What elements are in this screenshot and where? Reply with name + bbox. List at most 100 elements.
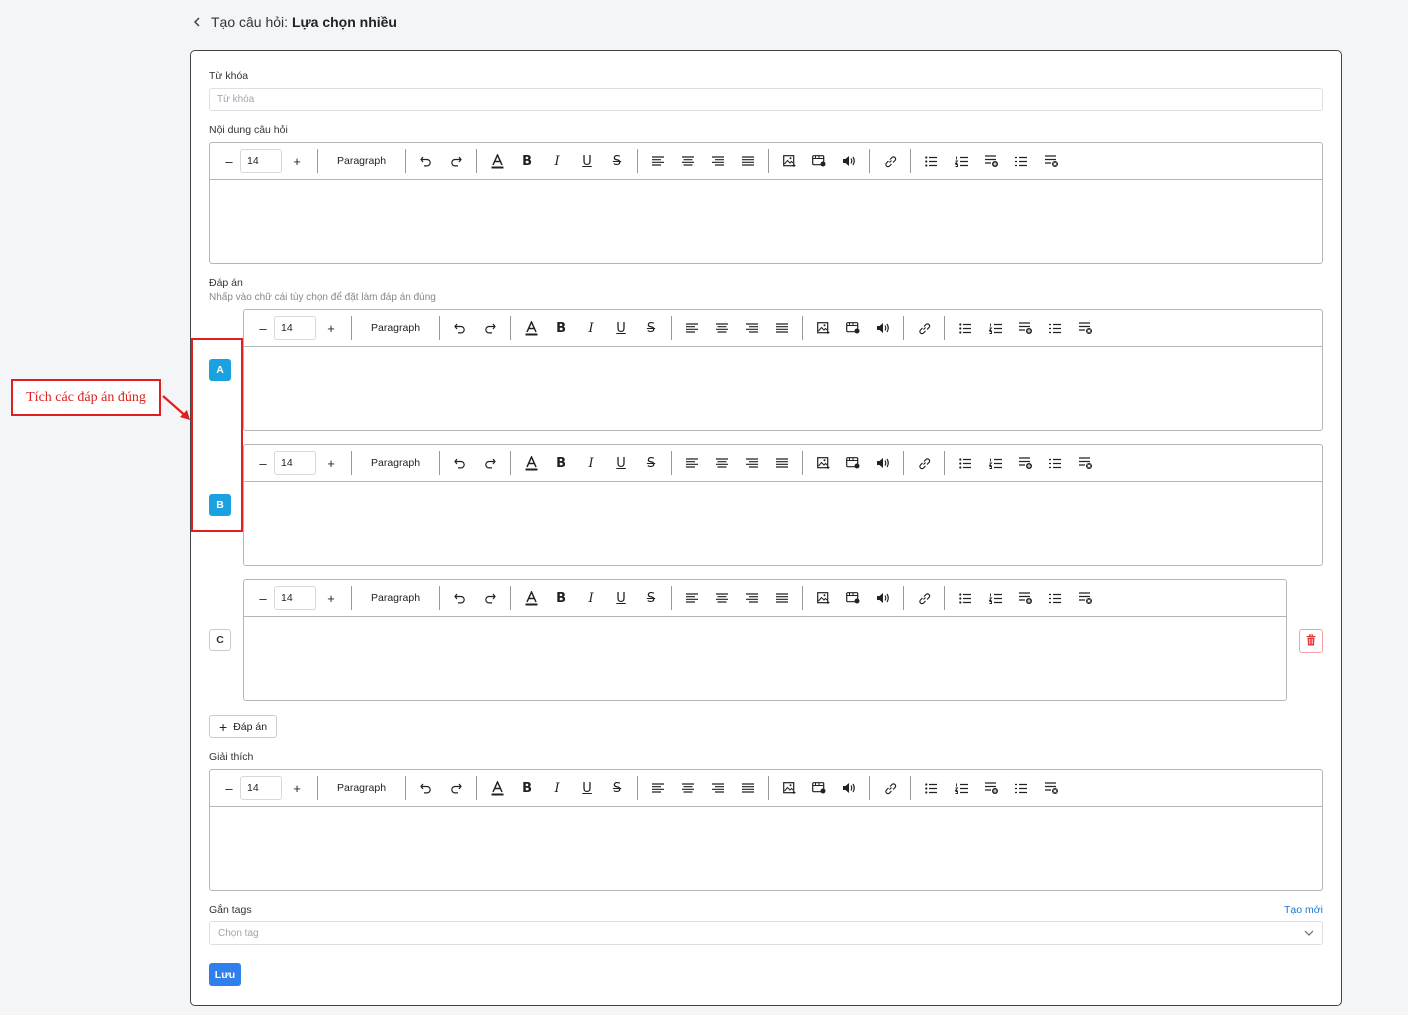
increase-font-button[interactable]: + — [316, 316, 346, 340]
editor-content-area[interactable] — [210, 180, 1322, 263]
numbered-list-icon[interactable] — [980, 451, 1010, 475]
answer-b-editor[interactable]: – 14 + Paragraph B I U S — [243, 444, 1323, 566]
strikethrough-icon[interactable]: S — [636, 451, 666, 475]
font-size-input[interactable]: 14 — [274, 451, 316, 475]
image-icon[interactable] — [808, 586, 838, 610]
list-icon[interactable] — [1006, 149, 1036, 173]
list-add-icon[interactable] — [976, 776, 1006, 800]
list-remove-icon[interactable] — [1036, 149, 1066, 173]
undo-icon[interactable] — [411, 149, 441, 173]
align-center-icon[interactable] — [673, 776, 703, 800]
back-chevron-icon[interactable] — [193, 14, 203, 30]
underline-icon[interactable]: U — [572, 776, 602, 800]
align-center-icon[interactable] — [707, 316, 737, 340]
tag-select[interactable]: Chọn tag — [209, 921, 1323, 945]
align-left-icon[interactable] — [643, 149, 673, 173]
answer-c-editor[interactable]: – 14 + Paragraph B I U S — [243, 579, 1287, 701]
bold-icon[interactable]: B — [546, 586, 576, 610]
save-button[interactable]: Lưu — [209, 963, 241, 986]
question-content-editor[interactable]: – 14 + Paragraph B I U S — [209, 142, 1323, 264]
editor-content-area[interactable] — [210, 807, 1322, 890]
link-icon[interactable] — [875, 776, 905, 800]
bold-icon[interactable]: B — [546, 451, 576, 475]
redo-icon[interactable] — [441, 149, 471, 173]
align-left-icon[interactable] — [643, 776, 673, 800]
font-size-input[interactable]: 14 — [274, 316, 316, 340]
add-answer-button[interactable]: + Đáp án — [209, 715, 278, 738]
video-icon[interactable] — [804, 776, 834, 800]
italic-icon[interactable]: I — [576, 316, 606, 340]
video-icon[interactable] — [838, 586, 868, 610]
answer-c-toggle[interactable]: C — [209, 629, 231, 651]
editor-content-area[interactable] — [244, 347, 1322, 430]
redo-icon[interactable] — [475, 586, 505, 610]
increase-font-button[interactable]: + — [282, 776, 312, 800]
list-remove-icon[interactable] — [1070, 451, 1100, 475]
italic-icon[interactable]: I — [576, 451, 606, 475]
list-remove-icon[interactable] — [1070, 316, 1100, 340]
bullet-list-icon[interactable] — [950, 451, 980, 475]
editor-content-area[interactable] — [244, 482, 1322, 565]
align-center-icon[interactable] — [707, 586, 737, 610]
paragraph-format-button[interactable]: Paragraph — [357, 586, 434, 610]
create-tag-link[interactable]: Tạo mới — [1284, 904, 1323, 916]
font-size-input[interactable]: 14 — [240, 776, 282, 800]
numbered-list-icon[interactable] — [946, 149, 976, 173]
paragraph-format-button[interactable]: Paragraph — [323, 776, 400, 800]
undo-icon[interactable] — [445, 451, 475, 475]
bullet-list-icon[interactable] — [916, 776, 946, 800]
redo-icon[interactable] — [441, 776, 471, 800]
list-remove-icon[interactable] — [1070, 586, 1100, 610]
list-add-icon[interactable] — [976, 149, 1006, 173]
align-left-icon[interactable] — [677, 451, 707, 475]
align-justify-icon[interactable] — [767, 316, 797, 340]
increase-font-button[interactable]: + — [316, 451, 346, 475]
italic-icon[interactable]: I — [576, 586, 606, 610]
link-icon[interactable] — [909, 586, 939, 610]
numbered-list-icon[interactable] — [980, 316, 1010, 340]
strikethrough-icon[interactable]: S — [602, 776, 632, 800]
list-icon[interactable] — [1006, 776, 1036, 800]
align-left-icon[interactable] — [677, 586, 707, 610]
image-icon[interactable] — [774, 149, 804, 173]
redo-icon[interactable] — [475, 316, 505, 340]
align-center-icon[interactable] — [673, 149, 703, 173]
audio-icon[interactable] — [834, 149, 864, 173]
decrease-font-button[interactable]: – — [252, 451, 274, 475]
align-right-icon[interactable] — [737, 586, 767, 610]
align-right-icon[interactable] — [737, 316, 767, 340]
delete-answer-button[interactable] — [1299, 629, 1323, 653]
list-icon[interactable] — [1040, 586, 1070, 610]
font-color-icon[interactable] — [516, 316, 546, 340]
strikethrough-icon[interactable]: S — [636, 586, 666, 610]
align-right-icon[interactable] — [737, 451, 767, 475]
underline-icon[interactable]: U — [606, 451, 636, 475]
increase-font-button[interactable]: + — [316, 586, 346, 610]
bullet-list-icon[interactable] — [916, 149, 946, 173]
list-remove-icon[interactable] — [1036, 776, 1066, 800]
underline-icon[interactable]: U — [606, 586, 636, 610]
list-add-icon[interactable] — [1010, 316, 1040, 340]
audio-icon[interactable] — [868, 316, 898, 340]
image-icon[interactable] — [808, 316, 838, 340]
image-icon[interactable] — [774, 776, 804, 800]
align-right-icon[interactable] — [703, 776, 733, 800]
link-icon[interactable] — [909, 451, 939, 475]
audio-icon[interactable] — [868, 586, 898, 610]
undo-icon[interactable] — [445, 316, 475, 340]
numbered-list-icon[interactable] — [980, 586, 1010, 610]
keyword-input[interactable] — [209, 88, 1323, 111]
decrease-font-button[interactable]: – — [252, 316, 274, 340]
strikethrough-icon[interactable]: S — [602, 149, 632, 173]
image-icon[interactable] — [808, 451, 838, 475]
font-color-icon[interactable] — [516, 586, 546, 610]
numbered-list-icon[interactable] — [946, 776, 976, 800]
font-color-icon[interactable] — [482, 149, 512, 173]
audio-icon[interactable] — [834, 776, 864, 800]
font-size-input[interactable]: 14 — [274, 586, 316, 610]
align-center-icon[interactable] — [707, 451, 737, 475]
video-icon[interactable] — [838, 451, 868, 475]
decrease-font-button[interactable]: – — [218, 776, 240, 800]
explanation-editor[interactable]: – 14 + Paragraph B I U S — [209, 769, 1323, 891]
link-icon[interactable] — [875, 149, 905, 173]
